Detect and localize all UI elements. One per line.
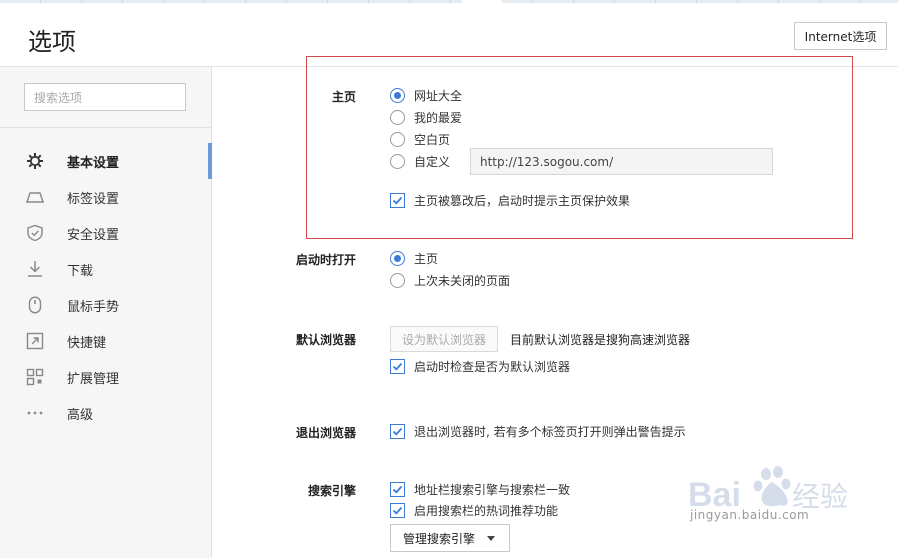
search-engine-label: 搜索引擎 — [307, 484, 356, 498]
homepage-option-sites[interactable]: 网址大全 — [390, 86, 462, 104]
checkmark-icon — [392, 485, 403, 494]
checkbox[interactable] — [390, 481, 405, 497]
checkmark-icon — [392, 427, 403, 436]
search-hotwords-checkbox[interactable]: 启用搜索栏的热词推荐功能 — [390, 501, 558, 519]
radio-button[interactable] — [390, 87, 405, 103]
default-browser-status: 目前默认浏览器是搜狗高速浏览器 — [510, 333, 691, 347]
option-label: 空白页 — [414, 132, 451, 147]
custom-homepage-url-input[interactable]: http://123.sogou.com/ — [470, 148, 773, 175]
startup-option-last-session[interactable]: 上次未关闭的页面 — [390, 271, 510, 289]
checkbox[interactable] — [390, 358, 405, 374]
checkmark-icon — [392, 506, 403, 515]
option-label: 网址大全 — [414, 88, 463, 103]
gear-icon — [27, 153, 43, 169]
sidebar: 搜索选项 基本设置 标签设置 安全设置 下载 鼠标手势 快捷键 扩展管理 高级 — [0, 67, 212, 558]
checkbox[interactable] — [390, 423, 405, 439]
option-label: 启动时检查是否为默认浏览器 — [414, 359, 571, 374]
sidebar-item-label: 鼠标手势 — [67, 299, 120, 315]
options-window: 选项 Internet选项 搜索选项 基本设置 标签设置 安全设置 下载 鼠标手… — [0, 0, 898, 558]
startup-label: 启动时打开 — [295, 253, 356, 267]
shield-icon — [27, 224, 43, 242]
sidebar-item-label: 下载 — [67, 263, 94, 279]
option-label: 主页被篡改后，启动时提示主页保护效果 — [414, 193, 631, 208]
radio-button[interactable] — [390, 250, 405, 266]
sidebar-item-label: 基本设置 — [67, 155, 120, 171]
option-label: 自定义 — [414, 154, 451, 169]
radio-button[interactable] — [390, 109, 405, 125]
sidebar-item-label: 标签设置 — [67, 191, 120, 207]
checkmark-icon — [392, 196, 403, 205]
download-icon — [28, 261, 42, 277]
checkbox[interactable] — [390, 192, 405, 208]
extensions-icon — [26, 368, 44, 386]
sidebar-item-advanced[interactable]: 高级 — [0, 395, 212, 431]
more-icon — [27, 411, 43, 415]
homepage-option-custom[interactable]: 自定义 — [390, 152, 450, 170]
exit-warning-checkbox[interactable]: 退出浏览器时, 若有多个标签页打开则弹出警告提示 — [390, 422, 686, 440]
set-default-browser-button[interactable]: 设为默认浏览器 — [390, 326, 498, 352]
radio-button[interactable] — [390, 131, 405, 147]
mouse-icon — [28, 296, 42, 314]
option-label: 我的最爱 — [414, 110, 463, 125]
active-tab-indicator — [462, 0, 502, 3]
button-label: 管理搜索引擎 — [403, 531, 476, 546]
radio-button[interactable] — [390, 153, 405, 169]
radio-button[interactable] — [390, 272, 405, 288]
option-label: 启用搜索栏的热词推荐功能 — [414, 503, 559, 518]
homepage-option-blank[interactable]: 空白页 — [390, 130, 450, 148]
internet-options-button[interactable]: Internet选项 — [794, 22, 887, 50]
homepage-protect-checkbox[interactable]: 主页被篡改后，启动时提示主页保护效果 — [390, 191, 630, 209]
manage-search-engines-button[interactable]: 管理搜索引擎 — [390, 524, 510, 552]
option-label: 退出浏览器时, 若有多个标签页打开则弹出警告提示 — [414, 424, 686, 439]
sidebar-item-label: 快捷键 — [67, 335, 107, 351]
search-engine-sync-checkbox[interactable]: 地址栏搜索引擎与搜索栏一致 — [390, 480, 570, 498]
sidebar-divider — [0, 127, 212, 128]
sidebar-item-basic[interactable]: 基本设置 — [0, 143, 212, 179]
sidebar-item-tabs[interactable]: 标签设置 — [0, 179, 212, 215]
exit-browser-label: 退出浏览器 — [295, 426, 356, 440]
search-options-input[interactable]: 搜索选项 — [24, 83, 186, 111]
default-browser-label: 默认浏览器 — [295, 333, 356, 347]
sidebar-item-label: 扩展管理 — [67, 371, 120, 387]
option-label: 地址栏搜索引擎与搜索栏一致 — [414, 482, 571, 497]
page-title: 选项 — [28, 28, 76, 56]
checkbox[interactable] — [390, 502, 405, 518]
sidebar-item-mouse-gesture[interactable]: 鼠标手势 — [0, 287, 212, 323]
sidebar-item-label: 高级 — [67, 407, 94, 423]
sidebar-item-download[interactable]: 下载 — [0, 251, 212, 287]
sidebar-item-shortcut[interactable]: 快捷键 — [0, 323, 212, 359]
chevron-down-icon — [487, 535, 496, 541]
homepage-option-favorites[interactable]: 我的最爱 — [390, 108, 462, 126]
tab-icon — [26, 192, 44, 203]
checkmark-icon — [392, 362, 403, 371]
sidebar-item-label: 安全设置 — [67, 227, 120, 243]
startup-option-homepage[interactable]: 主页 — [390, 249, 438, 267]
default-browser-check-checkbox[interactable]: 启动时检查是否为默认浏览器 — [390, 357, 570, 375]
sidebar-item-extensions[interactable]: 扩展管理 — [0, 359, 212, 395]
option-label: 上次未关闭的页面 — [414, 273, 511, 288]
shortcut-icon — [26, 332, 44, 350]
homepage-label: 主页 — [331, 90, 356, 104]
option-label: 主页 — [414, 251, 439, 266]
watermark-url: jingyan.baidu.com — [690, 508, 810, 522]
browser-tab-strip[interactable] — [0, 0, 898, 3]
sidebar-item-security[interactable]: 安全设置 — [0, 215, 212, 251]
